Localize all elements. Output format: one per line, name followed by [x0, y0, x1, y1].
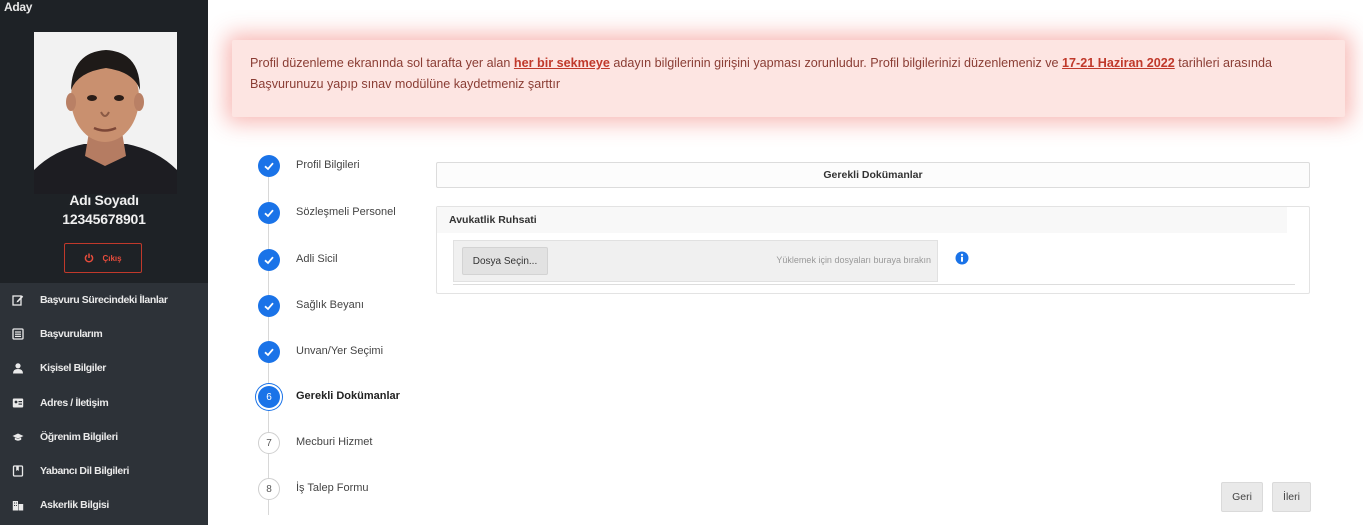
sidebar-heading: Aday	[4, 0, 33, 14]
address-card-icon	[12, 398, 24, 408]
step-gerekli-dokumanlar[interactable]: 6 Gerekli Dokümanlar	[258, 386, 458, 416]
building-icon	[12, 501, 24, 511]
sidebar-item-basvurularim[interactable]: Başvurularım	[0, 317, 208, 351]
alert-emphasis: her bir sekmeye	[513, 56, 610, 70]
step-is-talep-formu[interactable]: 8 İş Talep Formu	[258, 478, 458, 508]
file-drop-zone[interactable]: Dosya Seçin... Yüklemek için dosyaları b…	[453, 240, 938, 282]
document-card: Avukatlik Ruhsati Dosya Seçin... Yükleme…	[436, 206, 1310, 294]
list-icon	[12, 328, 24, 340]
step-sozlesmeli-personel[interactable]: Sözleşmeli Personel	[258, 202, 458, 232]
alert-text: Profil düzenleme ekranında sol tarafta y…	[250, 56, 514, 70]
sidebar-item-ilanlar[interactable]: Başvuru Sürecindeki İlanlar	[0, 283, 208, 317]
step-label: İş Talep Formu	[296, 482, 369, 494]
sidebar-item-label: Kişisel Bilgiler	[40, 362, 106, 375]
logout-label: Çıkış	[102, 253, 122, 263]
profile-panel: Aday Adı Soyadı 12345678901 Çıkış	[0, 0, 208, 283]
step-label: Profil Bilgileri	[296, 159, 360, 171]
user-icon	[13, 363, 23, 374]
user-name: Adı Soyadı	[69, 192, 139, 208]
sidebar-item-label: Yabancı Dil Bilgileri	[40, 465, 130, 478]
step-profil-bilgileri[interactable]: Profil Bilgileri	[258, 155, 458, 185]
check-icon	[258, 295, 280, 317]
sidebar-item-label: Öğrenim Bilgileri	[40, 430, 118, 443]
sidebar-item-label: Askerlik Bilgisi	[40, 499, 109, 512]
step-mecburi-hizmet[interactable]: 7 Mecburi Hizmet	[258, 432, 458, 462]
avatar	[34, 32, 177, 194]
sidebar-item-yabanci-dil[interactable]: Yabancı Dil Bilgileri	[0, 454, 208, 488]
info-circle-icon[interactable]	[955, 251, 969, 265]
sidebar-item-ogrenim-bilgileri[interactable]: Öğrenim Bilgileri	[0, 420, 208, 454]
step-number: 8	[258, 478, 280, 500]
step-label: Sözleşmeli Personel	[296, 206, 396, 218]
drop-hint: Yüklemek için dosyaları buraya bırakın	[776, 255, 931, 265]
sidebar-item-askerlik-bilgisi[interactable]: Askerlik Bilgisi	[0, 488, 208, 522]
check-icon	[258, 249, 280, 271]
step-adli-sicil[interactable]: Adli Sicil	[258, 249, 458, 279]
graduation-cap-icon	[12, 433, 24, 441]
edit-icon	[12, 295, 24, 306]
bookmark-icon	[12, 465, 24, 477]
sidebar-item-label: Başvurularım	[40, 328, 103, 341]
divider	[453, 284, 1295, 285]
check-icon	[258, 202, 280, 224]
power-icon	[85, 253, 94, 263]
back-button[interactable]: Geri	[1221, 482, 1263, 512]
step-number: 7	[258, 432, 280, 454]
sidebar-item-kisisel-bilgiler[interactable]: Kişisel Bilgiler	[0, 351, 208, 385]
document-title: Avukatlik Ruhsati	[437, 207, 1287, 233]
user-id: 12345678901	[62, 211, 146, 227]
step-label: Gerekli Dokümanlar	[296, 390, 400, 402]
info-alert: Profil düzenleme ekranında sol tarafta y…	[232, 40, 1345, 117]
alert-text: adayın bilgilerinin girişini yapması zor…	[609, 56, 1063, 70]
step-saglik-beyani[interactable]: Sağlık Beyanı	[258, 295, 458, 325]
sidebar-menu: Başvuru Sürecindeki İlanlar Başvurularım…	[0, 283, 208, 522]
sidebar-item-label: Adres / İletişim	[40, 396, 109, 409]
check-icon	[258, 155, 280, 177]
next-button[interactable]: İleri	[1272, 482, 1311, 512]
step-label: Adli Sicil	[296, 253, 338, 265]
section-header: Gerekli Dokümanlar	[436, 162, 1310, 188]
alert-date-range: 17-21 Haziran 2022	[1062, 56, 1175, 70]
step-unvan-yer-secimi[interactable]: Unvan/Yer Seçimi	[258, 341, 458, 371]
sidebar: Aday Adı Soyadı 12345678901 Çıkış Başvur…	[0, 0, 208, 525]
sidebar-item-adres-iletisim[interactable]: Adres / İletişim	[0, 386, 208, 420]
step-label: Unvan/Yer Seçimi	[296, 345, 384, 357]
choose-file-button[interactable]: Dosya Seçin...	[462, 247, 548, 275]
check-icon	[258, 341, 280, 363]
step-number: 6	[258, 386, 280, 408]
step-label: Sağlık Beyanı	[296, 299, 364, 311]
logout-button[interactable]: Çıkış	[64, 243, 142, 273]
sidebar-item-label: Başvuru Sürecindeki İlanlar	[40, 294, 168, 307]
step-label: Mecburi Hizmet	[296, 436, 373, 448]
